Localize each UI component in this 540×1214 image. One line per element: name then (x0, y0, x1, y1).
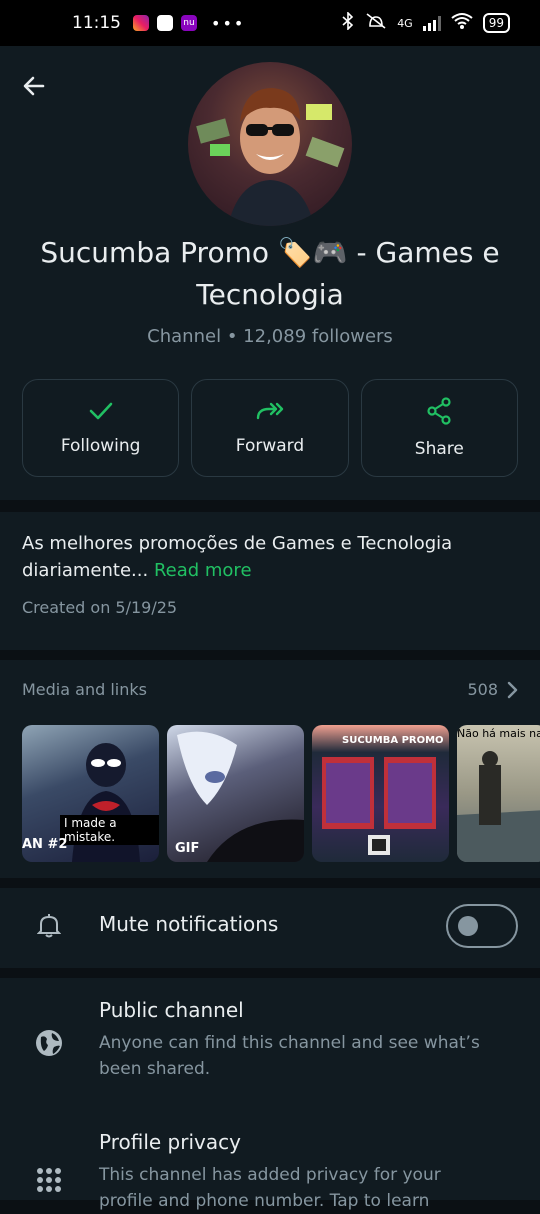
following-button[interactable]: Following (22, 379, 180, 477)
media-thumbnails: I made a mistake. AN #2 GIF SUCUMBA PROM… (22, 725, 540, 862)
thumbnail-label: SUCUMBA PROMO (342, 735, 444, 746)
following-label: Following (60, 436, 141, 456)
channel-description: As melhores promoções de Games e Tecnolo… (22, 530, 522, 584)
section-divider (0, 500, 540, 512)
mute-vibrate-icon (365, 12, 387, 34)
forward-button[interactable]: Forward (191, 379, 349, 477)
bell-icon (34, 910, 64, 940)
channel-settings: Mute notifications Public channel Anyone… (0, 888, 540, 1211)
channel-meta: Channel • 12,089 followers (0, 326, 540, 347)
channel-description-section: As melhores promoções de Games e Tecnolo… (0, 512, 540, 650)
section-divider (0, 878, 540, 888)
gif-badge: GIF (175, 841, 200, 856)
chevron-right-icon (507, 681, 518, 698)
channel-header: Sucumba Promo 🏷️🎮 - Games e Tecnologia C… (0, 46, 540, 500)
status-right: 4G 99 (341, 11, 510, 34)
status-bar: 11:15 nu ••• 4G 99 (0, 0, 540, 46)
profile-privacy-row[interactable]: Profile privacy This channel has added p… (0, 1120, 540, 1211)
channel-name: Sucumba Promo 🏷️🎮 - Games e Tecnologia (40, 236, 500, 311)
media-thumbnail[interactable]: I made a mistake. AN #2 (22, 725, 159, 862)
battery-icon: 99 (482, 13, 510, 33)
meta-separator: • (226, 326, 238, 347)
share-icon (427, 397, 451, 425)
status-left: 11:15 nu ••• (72, 13, 245, 33)
dialpad-icon (34, 1168, 64, 1198)
bluetooth-icon (341, 11, 355, 34)
avatar-image (196, 88, 345, 226)
action-buttons: Following Forward Share (22, 379, 518, 477)
mute-notifications-row[interactable]: Mute notifications (0, 888, 540, 968)
globe-icon (34, 1028, 64, 1058)
media-thumbnail[interactable]: Não há mais nada (457, 725, 540, 862)
more-notifications-icon: ••• (211, 13, 246, 33)
channel-avatar[interactable] (188, 62, 352, 226)
back-button[interactable] (16, 68, 52, 104)
media-thumbnail[interactable]: GIF (167, 725, 304, 862)
media-and-links-section: Media and links 508 I made a mistake. AN… (0, 660, 540, 878)
signal-icon (422, 15, 441, 31)
read-more-link[interactable]: Read more (154, 560, 252, 581)
thumbnail-badge: AN #2 (22, 837, 68, 852)
channel-type: Channel (147, 326, 222, 347)
network-type: 4G (397, 16, 413, 30)
profile-privacy-title: Profile privacy (99, 1130, 241, 1154)
public-channel-row[interactable]: Public channel Anyone can find this chan… (0, 978, 540, 1088)
share-button[interactable]: Share (360, 379, 518, 477)
arrow-left-icon (23, 76, 45, 96)
mute-notifications-label: Mute notifications (99, 912, 279, 936)
section-divider (0, 968, 540, 978)
nubank-icon: nu (181, 15, 197, 31)
media-count: 508 (467, 680, 498, 699)
media-header[interactable]: Media and links 508 (22, 680, 518, 699)
amazon-icon (157, 15, 173, 31)
public-channel-title: Public channel (99, 998, 244, 1022)
media-thumbnail[interactable]: SUCUMBA PROMO (312, 725, 449, 862)
media-title: Media and links (22, 680, 147, 699)
thumbnail-caption: I made a mistake. (60, 815, 159, 845)
forward-icon (256, 402, 284, 420)
thumbnail-image (457, 751, 540, 862)
created-date: Created on 5/19/25 (22, 598, 178, 617)
section-divider (0, 650, 540, 660)
share-label: Share (414, 439, 464, 459)
thumbnail-caption: Não há mais nada (457, 727, 540, 740)
status-time: 11:15 (72, 13, 121, 33)
public-channel-description: Anyone can find this channel and see wha… (99, 1033, 480, 1079)
toggle-knob (458, 916, 478, 936)
followers-count: 12,089 followers (243, 326, 393, 347)
wifi-icon (451, 12, 473, 34)
profile-privacy-description: This channel has added privacy for your … (99, 1165, 441, 1211)
forward-label: Forward (235, 436, 305, 456)
check-icon (89, 402, 112, 420)
mute-toggle[interactable] (446, 904, 518, 948)
instagram-icon (133, 15, 149, 31)
